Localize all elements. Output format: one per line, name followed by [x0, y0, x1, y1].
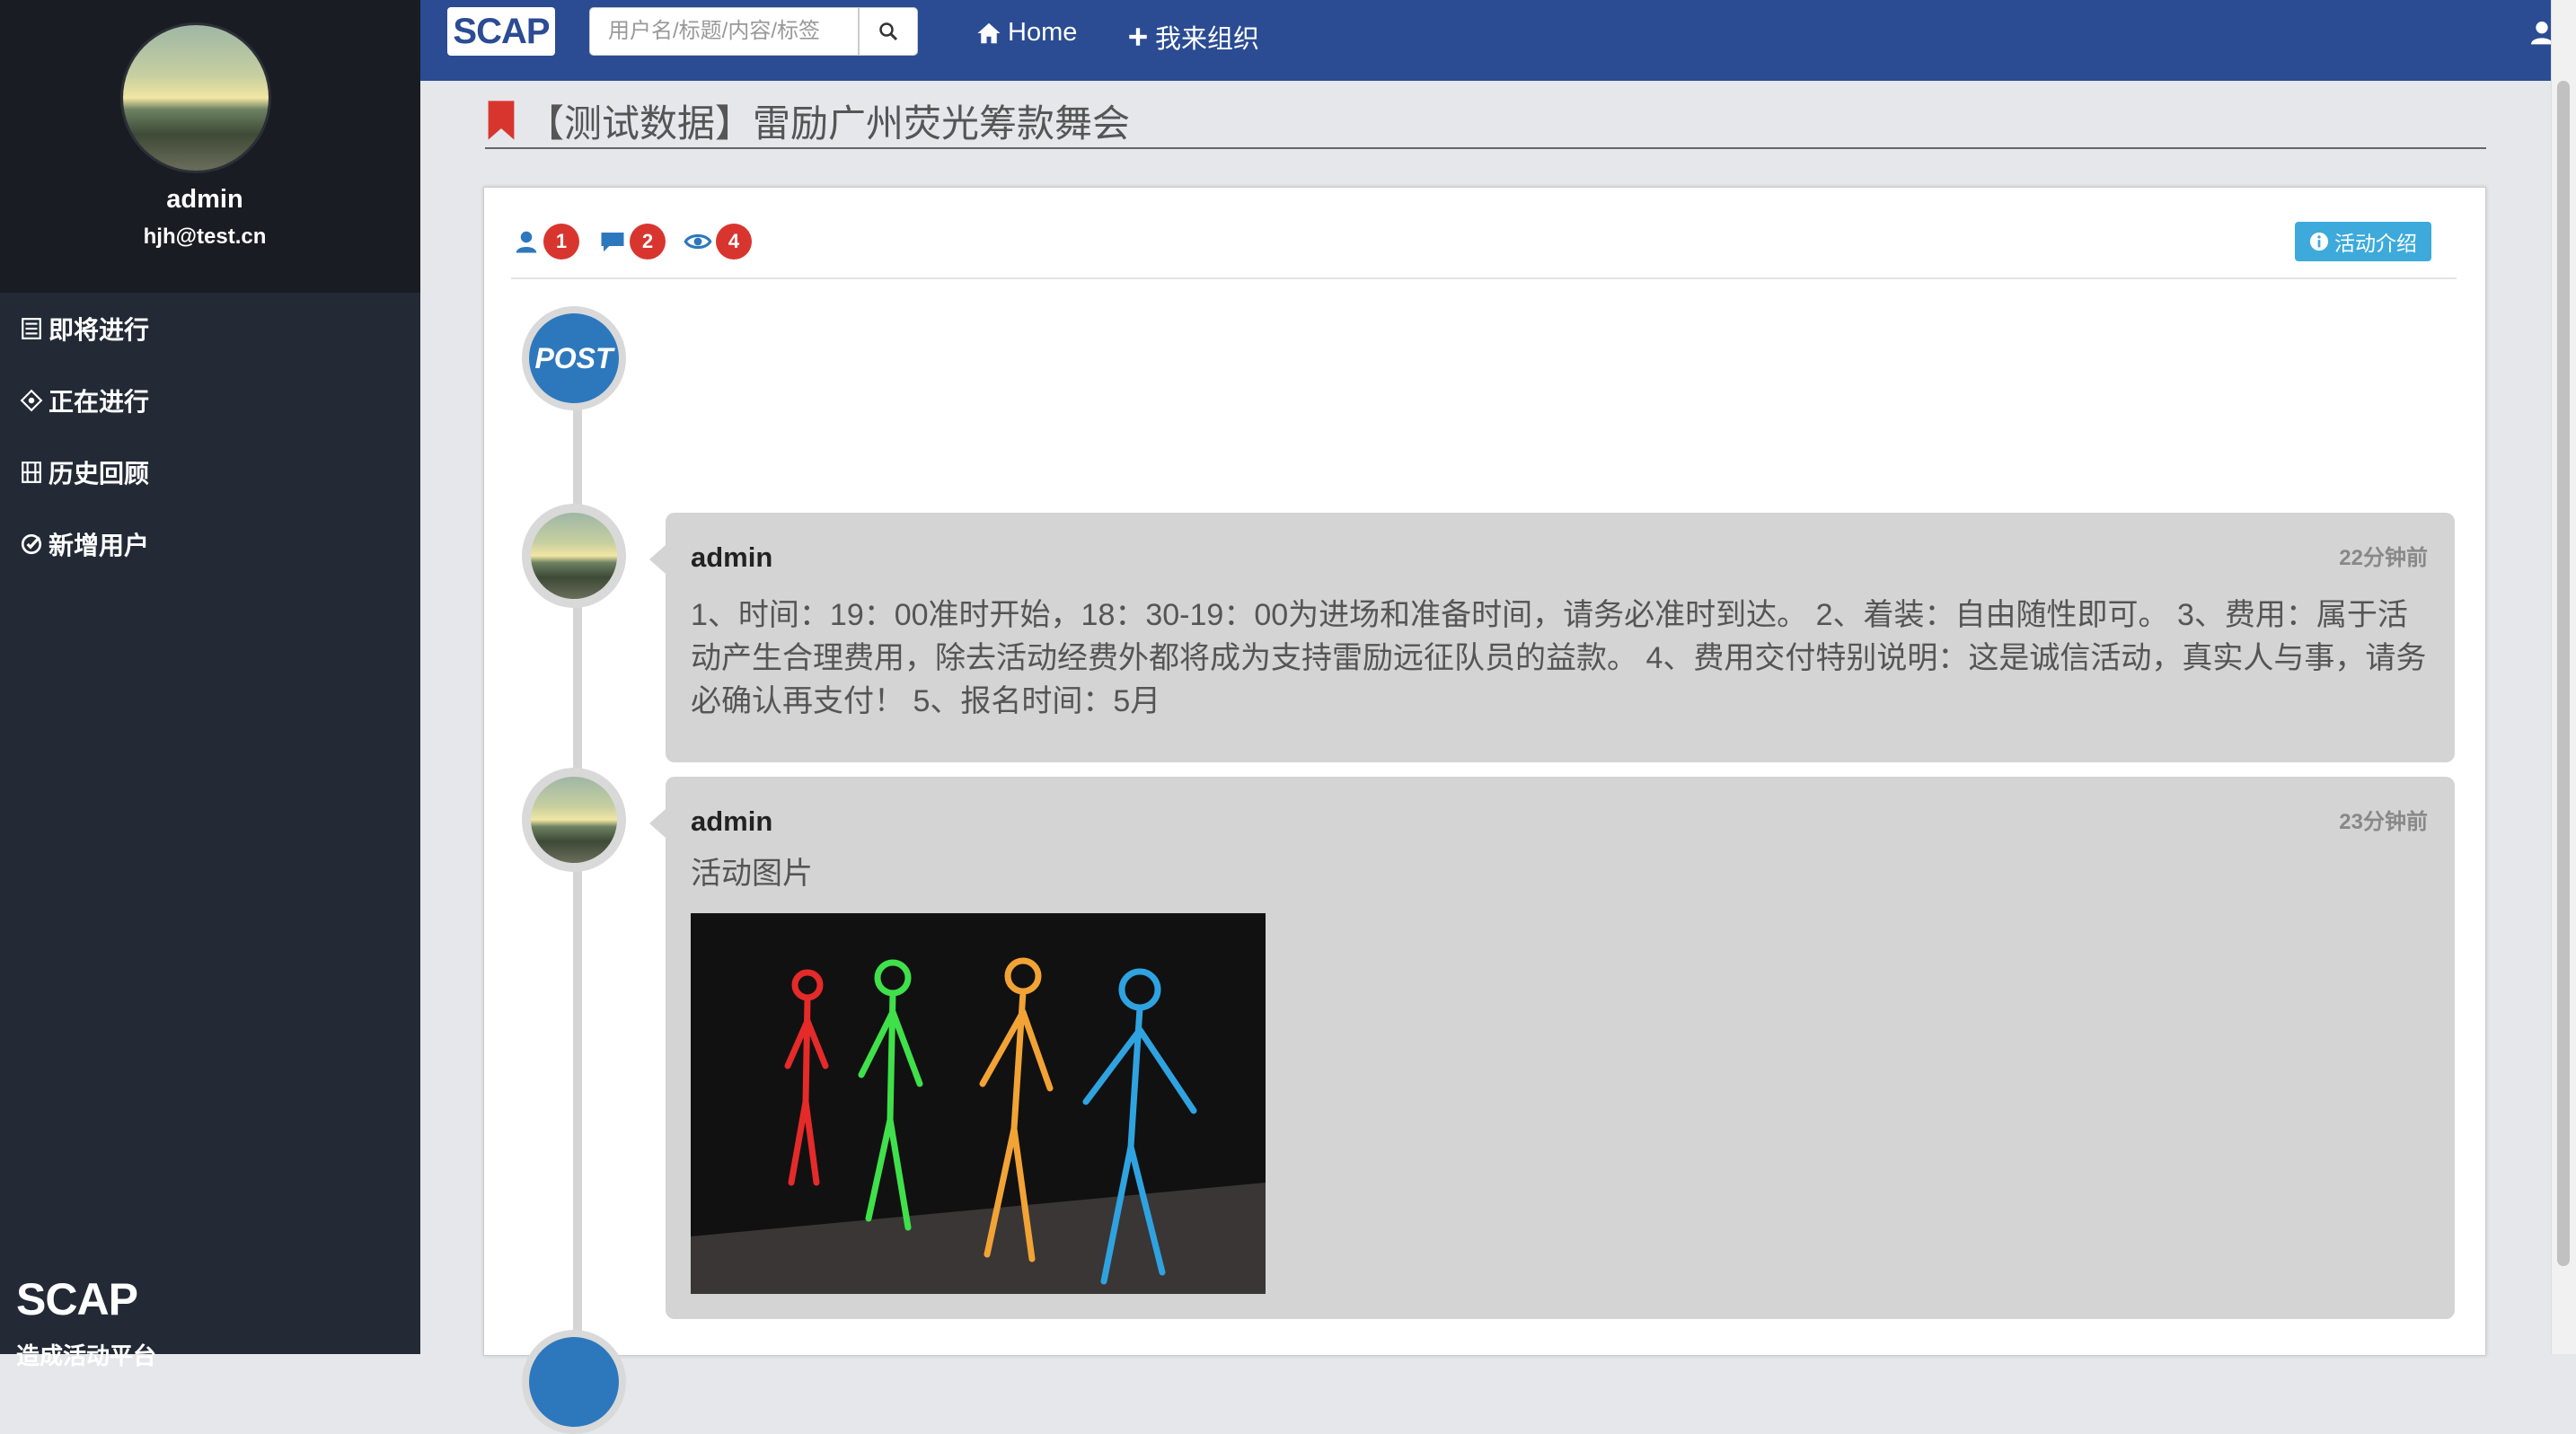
plus-icon [1129, 28, 1147, 46]
crosshair-icon [20, 389, 43, 412]
sidebar-item-label: 正在进行 [49, 388, 150, 416]
home-link[interactable]: Home [975, 18, 1077, 48]
home-label: Home [1008, 18, 1078, 47]
info-icon [2309, 232, 2329, 251]
sidebar-item-history[interactable]: 历史回顾 [20, 454, 149, 490]
divider [511, 277, 2457, 279]
comment-icon [601, 233, 624, 252]
event-card: 1 2 4 活动介绍 POST admin 22分钟前 1、时间：19：00准时… [483, 187, 2486, 1434]
list-icon [22, 318, 41, 339]
event-photo-image [691, 913, 1266, 1294]
home-icon [977, 22, 1001, 43]
top-navbar: SCAP 用户名/标题/内容/标签 Home 我来组织 [420, 0, 2553, 81]
sidebar-item-ongoing[interactable]: 正在进行 [20, 383, 149, 418]
post-author[interactable]: admin [691, 805, 772, 838]
brand-subtitle: 造成活动平台 [16, 1342, 157, 1369]
avatar[interactable] [522, 504, 626, 608]
post-marker-next [522, 1330, 626, 1434]
page-title: 【测试数据】雷励广州荧光筹款舞会 [526, 101, 1131, 145]
film-icon [22, 462, 41, 483]
user-icon [516, 231, 537, 253]
profile-email: hjh@test.cn [143, 224, 267, 249]
organize-label: 我来组织 [1155, 25, 1260, 54]
comments-stat[interactable]: 2 [599, 224, 666, 260]
sidebar-item-add-user[interactable]: 新增用户 [20, 526, 149, 562]
intro-label: 活动介绍 [2334, 232, 2417, 255]
comments-badge: 2 [630, 224, 666, 260]
timeline-post: admin 23分钟前 活动图片 [649, 777, 2455, 1319]
post-time: 22分钟前 [2339, 546, 2428, 570]
logo[interactable]: SCAP [447, 7, 555, 56]
event-intro-button[interactable]: 活动介绍 [2295, 222, 2431, 261]
event-title-bar: 【测试数据】雷励广州荧光筹款舞会 [485, 93, 2486, 149]
search-button[interactable] [859, 7, 918, 56]
views-badge: 4 [716, 224, 752, 260]
search-icon [879, 22, 898, 41]
post-body: 1、时间：19：00准时开始，18：30-19：00为进场和准备时间，请务必准时… [691, 598, 2427, 718]
post-time: 23分钟前 [2339, 810, 2428, 834]
sidebar-item-label: 新增用户 [49, 532, 150, 559]
post-body: 活动图片 [691, 857, 813, 891]
sidebar: admin hjh@test.cn 即将进行 正在进行 历史回顾 新增用户 SC… [0, 0, 420, 1369]
post-label: POST [529, 313, 619, 403]
scrollbar-thumb[interactable] [2557, 81, 2570, 1266]
avatar[interactable] [522, 768, 626, 872]
views-stat[interactable]: 4 [684, 224, 752, 260]
event-photo[interactable] [691, 913, 1266, 1294]
sidebar-item-label: 历史回顾 [49, 460, 150, 488]
profile-panel: admin hjh@test.cn [0, 0, 420, 293]
avatar[interactable] [123, 25, 269, 171]
check-circle-icon [21, 533, 42, 555]
brand-logo: SCAP [16, 1274, 138, 1324]
search-input[interactable]: 用户名/标题/内容/标签 [589, 7, 859, 56]
sidebar-item-upcoming[interactable]: 即将进行 [20, 311, 149, 347]
post-author[interactable]: admin [691, 541, 772, 574]
post-marker: POST [522, 306, 626, 410]
profile-name: admin [166, 185, 243, 214]
bookmark-icon [488, 101, 515, 140]
eye-icon [684, 233, 712, 250]
organize-link[interactable]: 我来组织 [1126, 18, 1259, 56]
participants-badge: 1 [543, 224, 579, 260]
participants-stat[interactable]: 1 [513, 224, 579, 260]
timeline-post: admin 22分钟前 1、时间：19：00准时开始，18：30-19：00为进… [649, 513, 2455, 762]
sidebar-item-label: 即将进行 [49, 316, 150, 344]
